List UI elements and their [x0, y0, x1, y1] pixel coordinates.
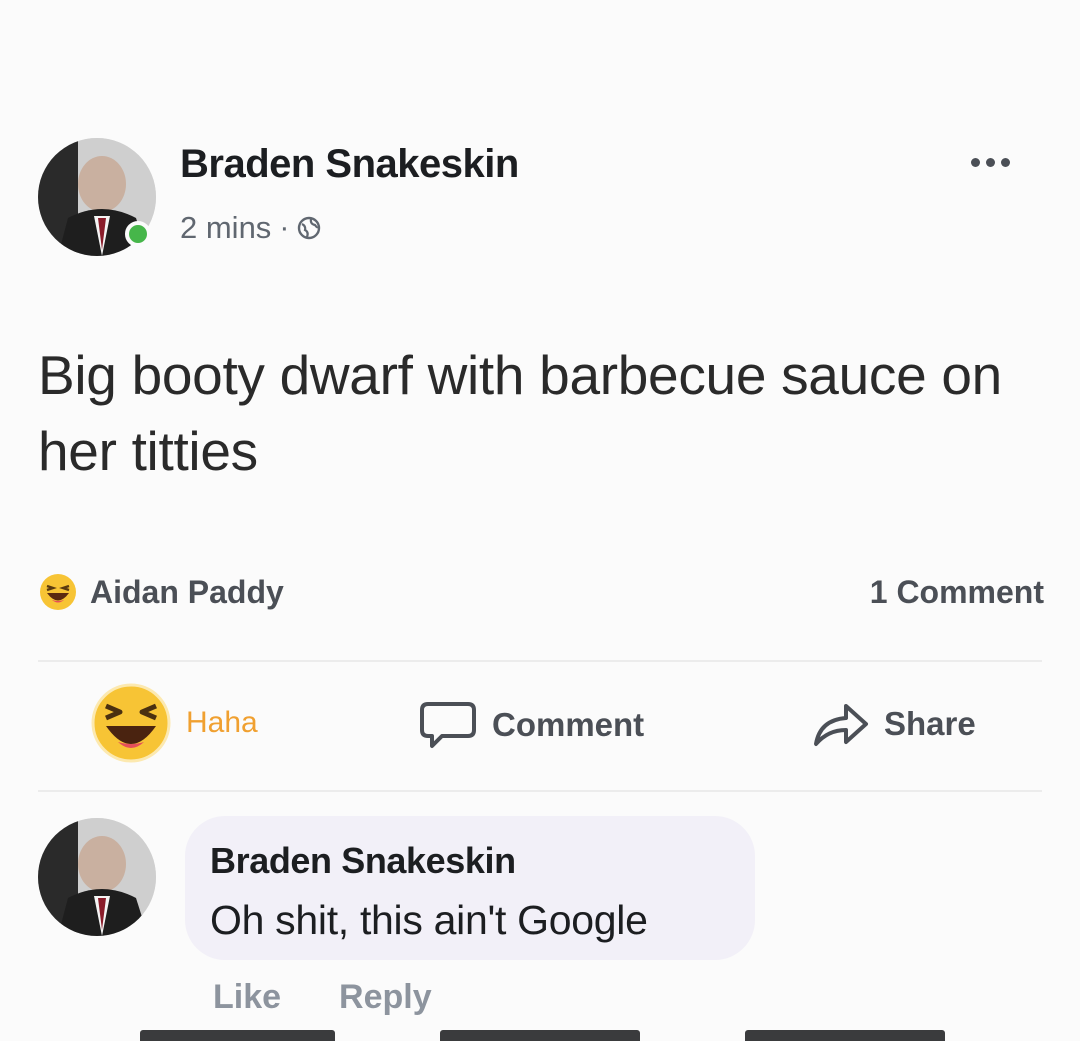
post-meta: 2 mins · [180, 210, 321, 246]
bottom-nav-bar [440, 1030, 640, 1041]
more-dot-icon [970, 157, 980, 167]
comment-actions: Like Reply [213, 978, 432, 1017]
haha-emoji-icon [91, 683, 171, 763]
comment-button[interactable]: Comment [418, 700, 644, 750]
haha-button[interactable]: Haha [90, 682, 258, 764]
comment-icon [420, 702, 476, 748]
online-status-dot [125, 221, 151, 247]
reactor-name: Aidan Paddy [90, 573, 284, 610]
share-icon [814, 704, 868, 746]
post-options-button[interactable] [950, 150, 1030, 174]
comment-text: Oh shit, this ain't Google [210, 897, 648, 943]
more-dot-icon [985, 157, 995, 167]
commenter-avatar[interactable] [38, 818, 156, 936]
comment-label: Comment [492, 706, 645, 743]
share-button[interactable]: Share [812, 700, 976, 748]
post-timestamp[interactable]: 2 mins [180, 210, 271, 246]
more-dot-icon [1000, 157, 1010, 167]
divider [38, 660, 1042, 662]
meta-separator: · [279, 211, 290, 244]
divider [38, 790, 1042, 792]
reactions-summary[interactable]: Aidan Paddy [38, 572, 284, 612]
comment-count[interactable]: 1 Comment [870, 574, 1044, 611]
bottom-nav-bar [745, 1030, 945, 1041]
post-body-text: Big booty dwarf with barbecue sauce on h… [38, 344, 1002, 482]
globe-icon [298, 216, 321, 240]
comment-author-name[interactable]: Braden Snakeskin [210, 840, 516, 882]
avatar-photo [38, 818, 156, 936]
share-label: Share [884, 705, 976, 742]
bottom-nav-bar [140, 1030, 335, 1041]
haha-label: Haha [186, 706, 258, 739]
comment-reply-link[interactable]: Reply [339, 978, 432, 1017]
haha-emoji-icon [40, 574, 76, 610]
facebook-post: Braden Snakeskin 2 mins · Big booty dwar… [0, 0, 1080, 1041]
post-author-name[interactable]: Braden Snakeskin [180, 142, 519, 187]
comment-like-link[interactable]: Like [213, 978, 281, 1017]
